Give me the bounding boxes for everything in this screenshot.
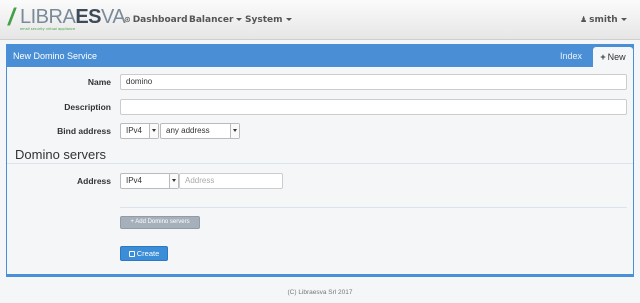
nav-dashboard[interactable]: ⊛ Dashboard [124, 14, 188, 26]
logo-wordmark: LIBRAESVA [20, 6, 126, 28]
chevron-down-icon [620, 18, 627, 21]
chevron-down-icon [169, 174, 178, 188]
server-ip-version-select[interactable]: IPv4 [120, 173, 179, 189]
panel-title: New Domino Service [13, 51, 98, 61]
footer-copyright: (C) Libraesva Srl 2017 [287, 289, 353, 296]
create-button-label: Create [136, 249, 160, 258]
create-button[interactable]: Create [120, 246, 168, 261]
bind-address-label: Bind address [57, 126, 111, 136]
logo-slash: / [8, 4, 15, 31]
address-label: Address [76, 176, 111, 186]
name-label: Name [87, 77, 111, 87]
tab-index[interactable]: Index [560, 50, 582, 62]
bind-ip-version-value: IPv4 [126, 126, 143, 135]
logo-tagline: email security virtual appliance [20, 27, 76, 31]
name-field[interactable]: domino [120, 74, 627, 90]
user-icon: ♟ [580, 15, 588, 24]
section-divider [7, 163, 633, 164]
chevron-down-icon [149, 124, 158, 138]
add-domino-server-button[interactable]: + Add Domino servers [120, 216, 200, 229]
bind-ip-version-select[interactable]: IPv4 [120, 123, 159, 139]
description-field[interactable] [120, 99, 627, 115]
nav-balancer[interactable]: Balancer [189, 14, 243, 26]
nav-user-menu[interactable]: ♟ smith [580, 14, 627, 26]
description-label: Description [64, 102, 111, 112]
server-address-field[interactable]: Address [179, 173, 283, 189]
domino-servers-heading: Domino servers [15, 147, 107, 162]
tab-new[interactable]: + New [593, 47, 633, 67]
plus-icon: + [600, 52, 606, 62]
tab-new-label: New [607, 52, 626, 62]
libraesva-logo[interactable]: / LIBRAESVA email security virtual appli… [8, 4, 126, 33]
save-icon [128, 250, 135, 257]
chevron-down-icon [230, 124, 239, 138]
nav-system-label: System [245, 15, 283, 25]
server-ip-version-value: IPv4 [126, 176, 143, 185]
domino-service-panel: New Domino Service Index + New Name domin… [6, 44, 634, 277]
chevron-down-icon [285, 18, 292, 21]
chevron-down-icon [236, 18, 243, 21]
nav-balancer-label: Balancer [189, 15, 234, 25]
bind-address-value: any address [166, 126, 210, 135]
dashboard-icon: ⊛ [124, 15, 131, 24]
panel-header: New Domino Service Index + New [7, 45, 633, 67]
nav-dashboard-label: Dashboard [132, 15, 188, 25]
nav-user-label: smith [589, 15, 618, 25]
bind-address-select[interactable]: any address [160, 123, 240, 139]
top-navbar: / LIBRAESVA email security virtual appli… [0, 0, 640, 40]
servers-divider [120, 207, 627, 208]
nav-system[interactable]: System [245, 14, 292, 26]
